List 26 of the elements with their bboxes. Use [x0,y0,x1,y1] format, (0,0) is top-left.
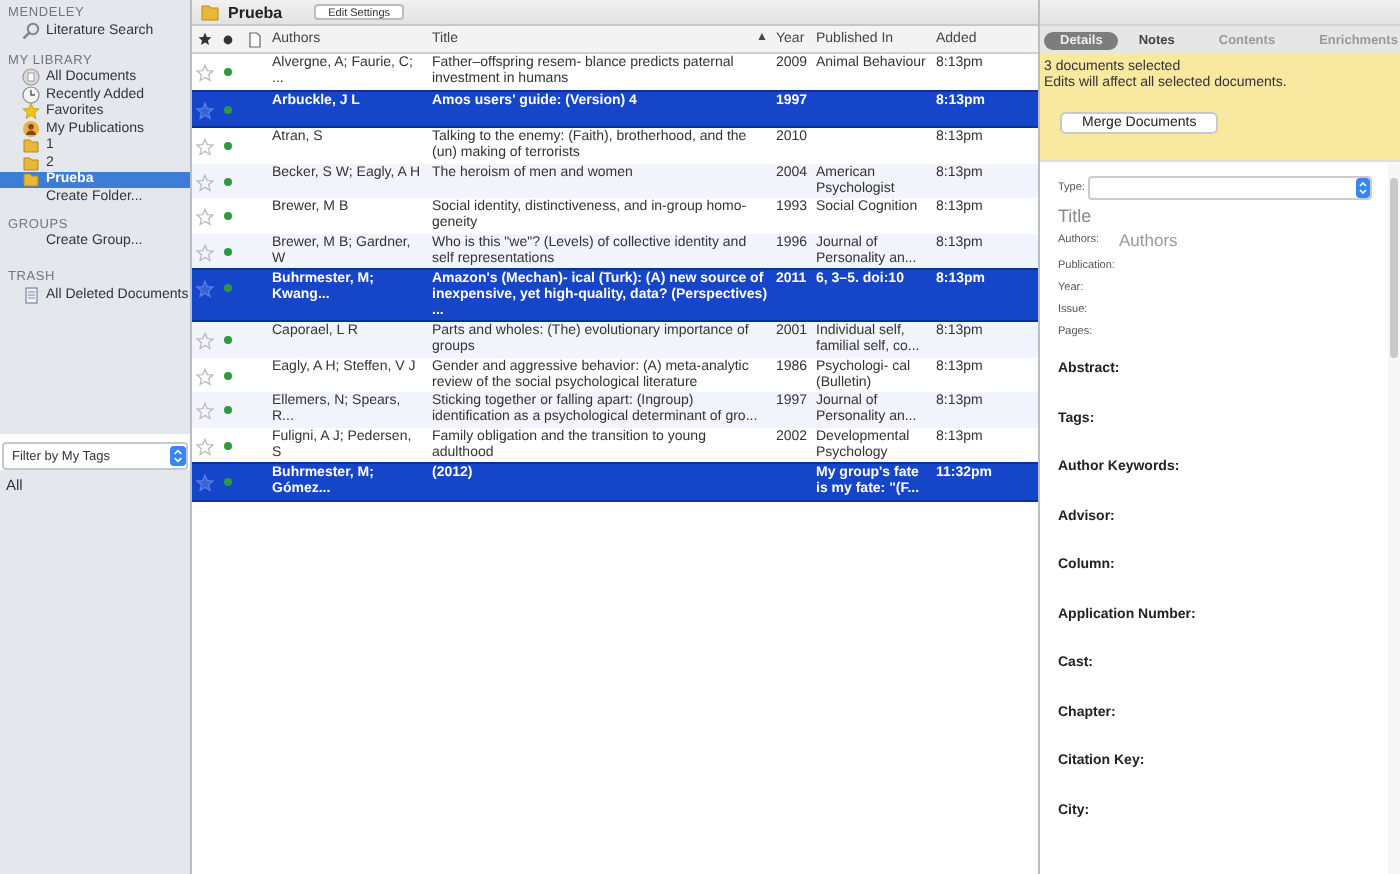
type-dropdown[interactable] [1088,176,1373,200]
document-icon [247,31,261,47]
person-icon [22,119,40,138]
documents-icon [22,68,40,87]
clock-icon [22,85,40,104]
star-icon[interactable] [195,138,213,156]
stepper-icon [1356,178,1371,198]
star-icon[interactable] [195,332,213,350]
scrollbar-thumb[interactable] [1390,178,1398,358]
star-icon[interactable] [195,474,213,492]
star-icon[interactable] [195,280,213,298]
folder-icon [200,2,220,22]
star-icon[interactable] [195,402,213,420]
search-icon [22,21,40,40]
document-icon [22,285,40,304]
folder-title: Prueba [228,3,283,21]
star-icon [197,32,211,46]
star-icon[interactable] [195,101,213,119]
star-icon[interactable] [195,367,213,385]
star-icon[interactable] [195,208,213,226]
star-icon[interactable] [195,243,213,261]
star-icon[interactable] [195,64,213,82]
star-icon [22,102,40,121]
star-icon[interactable] [195,173,213,191]
dot-icon [222,33,234,45]
star-icon[interactable] [195,437,213,455]
